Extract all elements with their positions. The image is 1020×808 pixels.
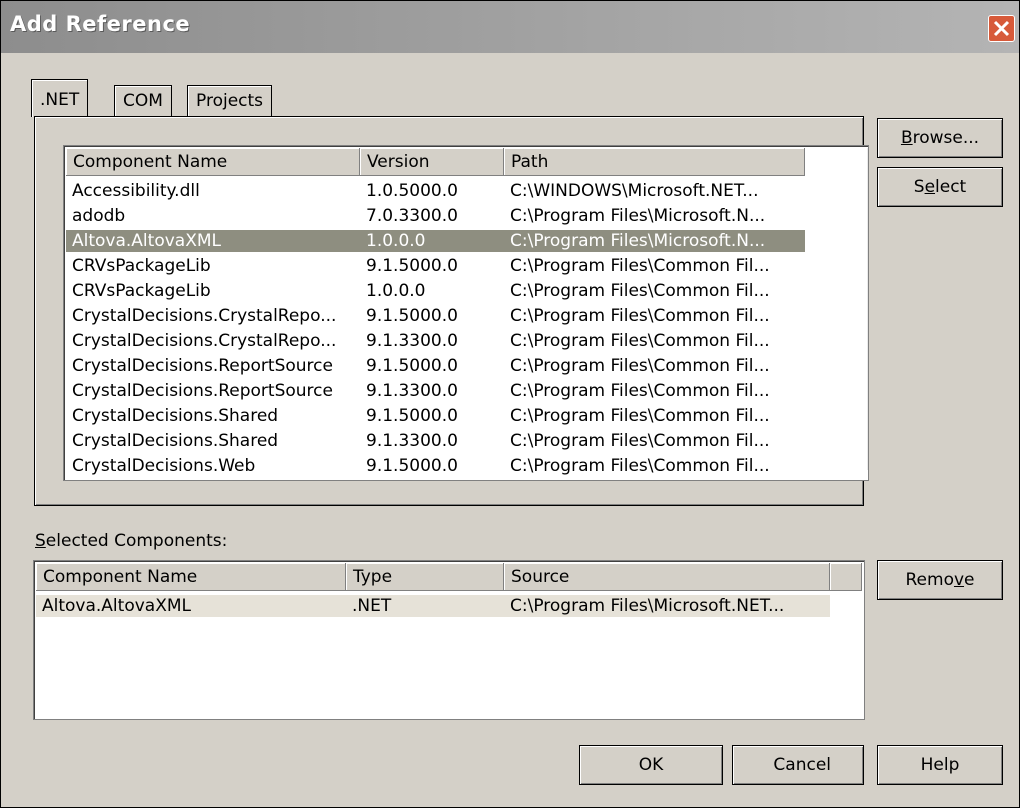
cell-version: 9.1.5000.0 [366,356,458,376]
cell-version: 1.0.0.0 [366,231,426,251]
column-header-component-name[interactable]: Component Name [66,148,360,176]
cell-version: 1.0.5000.0 [366,181,458,201]
cancel-button[interactable]: Cancel [732,745,864,785]
ok-button[interactable]: OK [579,745,723,785]
cell-path: C:\Program Files\Microsoft.N... [510,206,766,226]
column-header-filler [830,563,862,591]
cell-version: 9.1.5000.0 [366,306,458,326]
cell-name: Altova.AltovaXML [72,231,221,251]
cell-version: 9.1.3300.0 [366,331,458,351]
column-header-source[interactable]: Source [504,563,830,591]
select-button[interactable]: Select [877,167,1003,207]
tab-com[interactable]: COM [114,85,172,117]
cell-source: C:\Program Files\Microsoft.NET... [510,596,785,616]
cell-name: CrystalDecisions.CrystalRepo... [72,331,337,351]
cell-path: C:\Program Files\Common Fil... [510,281,770,301]
cell-version: 9.1.5000.0 [366,406,458,426]
tab-dotnet[interactable]: .NET [31,79,89,117]
column-header-component-name[interactable]: Component Name [36,563,346,591]
cell-version: 9.1.5000.0 [366,456,458,476]
cell-path: C:\Program Files\Microsoft.N... [510,231,766,251]
cell-path: C:\Program Files\Common Fil... [510,431,770,451]
table-row[interactable]: CrystalDecisions.CrystalRepo... 9.1.3300.… [66,330,805,352]
add-reference-dialog: Add Reference .NET COM Projects Componen… [0,0,1020,808]
component-list[interactable]: Component Name Version Path Accessibilit… [63,145,869,481]
cell-version: 9.1.3300.0 [366,431,458,451]
help-button[interactable]: Help [877,745,1003,785]
cell-version: 9.1.3300.0 [366,381,458,401]
table-row[interactable]: CrystalDecisions.Shared 9.1.5000.0 C:\Prog… [66,405,805,427]
cell-name: CRVsPackageLib [72,256,211,276]
cell-name: CrystalDecisions.Web [72,456,256,476]
cell-type: .NET [352,596,392,616]
column-header-type[interactable]: Type [346,563,504,591]
cell-path: C:\Program Files\Common Fil... [510,381,770,401]
remove-button[interactable]: Remove [877,560,1003,600]
column-header-path[interactable]: Path [504,148,805,176]
cell-name: CrystalDecisions.CrystalRepo... [72,306,337,326]
cell-name: Accessibility.dll [72,181,200,201]
cell-version: 1.0.0.0 [366,281,426,301]
table-row[interactable]: CRVsPackageLib 1.0.0.0 C:\Program Files\Co… [66,280,805,302]
table-row[interactable]: Altova.AltovaXML 1.0.0.0 C:\Program Files\… [66,230,805,252]
title-bar[interactable]: Add Reference [1,1,1019,53]
tab-projects-label: Projects [196,91,264,111]
cell-name: CrystalDecisions.Shared [72,406,279,426]
selected-components-label: Selected Components: [35,531,228,551]
close-button[interactable] [988,15,1015,42]
cell-version: 7.0.3300.0 [366,206,458,226]
column-header-version[interactable]: Version [360,148,504,176]
cell-path: C:\Program Files\Common Fil... [510,406,770,426]
table-row[interactable]: adodb 7.0.3300.0 C:\Program Files\Microsof… [66,205,805,227]
table-row[interactable]: CrystalDecisions.Web 9.1.5000.0 C:\Program… [66,455,805,477]
tab-projects[interactable]: Projects [187,85,273,117]
table-row[interactable]: CRVsPackageLib 9.1.5000.0 C:\Program Files… [66,255,805,277]
tab-com-label: COM [123,91,163,111]
cell-path: C:\Program Files\Common Fil... [510,256,770,276]
table-row[interactable]: CrystalDecisions.ReportSource 9.1.3300.0 C… [66,380,805,402]
cell-name: Altova.AltovaXML [42,596,191,616]
tab-panel: Component Name Version Path Accessibilit… [34,116,869,506]
cell-version: 9.1.5000.0 [366,256,458,276]
cell-name: CrystalDecisions.ReportSource [72,381,333,401]
cell-name: adodb [72,206,126,226]
table-row[interactable]: Accessibility.dll 1.0.5000.0 C:\WINDOWS\Mi… [66,180,805,202]
cell-path: C:\Program Files\Common Fil... [510,456,770,476]
browse-button[interactable]: Browse... [877,118,1003,158]
vertical-scrollbar[interactable] [867,148,868,470]
cell-name: CrystalDecisions.Shared [72,431,279,451]
cell-path: C:\Program Files\Common Fil... [510,356,770,376]
window-title: Add Reference [10,12,191,36]
table-row[interactable]: CrystalDecisions.CrystalRepo... 9.1.5000.… [66,305,805,327]
cell-path: C:\Program Files\Common Fil... [510,331,770,351]
cell-name: CrystalDecisions.ReportSource [72,356,333,376]
tab-dotnet-label: .NET [40,90,80,110]
cell-path: C:\WINDOWS\Microsoft.NET... [510,181,759,201]
table-row[interactable]: Altova.AltovaXML .NET C:\Program Files\Mic… [36,595,830,617]
cell-path: C:\Program Files\Common Fil... [510,306,770,326]
table-row[interactable]: CrystalDecisions.ReportSource 9.1.5000.0 C… [66,355,805,377]
close-icon [993,20,1010,37]
cell-name: CRVsPackageLib [72,281,211,301]
table-row[interactable]: CrystalDecisions.Shared 9.1.3300.0 C:\Prog… [66,430,805,452]
selected-components-list[interactable]: Component Name Type Source Altova.Altova… [33,560,865,720]
